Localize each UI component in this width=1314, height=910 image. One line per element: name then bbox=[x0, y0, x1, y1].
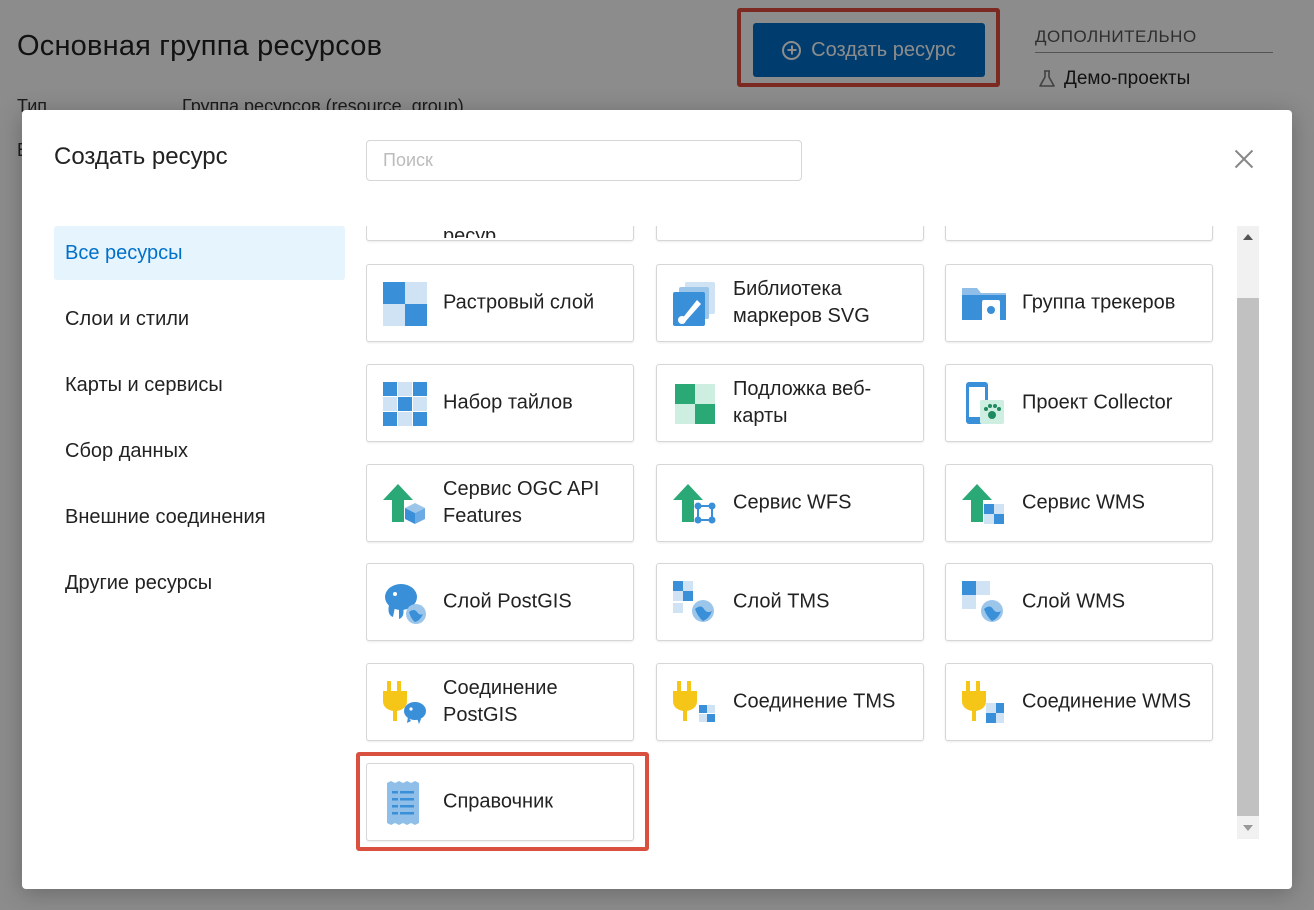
dialog-title: Создать ресурс bbox=[54, 143, 228, 170]
category-layers-styles[interactable]: Слои и стили bbox=[54, 292, 345, 346]
category-maps-services[interactable]: Карты и сервисы bbox=[54, 358, 345, 412]
collector-project-icon bbox=[966, 382, 1004, 424]
resource-card-label: Набор тайлов bbox=[443, 391, 573, 414]
postgis-connection-icon bbox=[383, 681, 426, 724]
create-resource-dialog: Создать ресурс Все ресурсы Слои и стили … bbox=[22, 110, 1292, 889]
close-icon[interactable] bbox=[1232, 147, 1256, 171]
resource-card-label: Слой PostGIS bbox=[443, 590, 572, 613]
category-data-collection[interactable]: Сбор данных bbox=[54, 424, 345, 478]
resource-card-label: Сервис OGC API Features bbox=[443, 478, 600, 527]
wms-layer-icon bbox=[962, 581, 1003, 622]
resource-card-label: Подложка веб-карты bbox=[733, 378, 872, 427]
resource-card-tileset[interactable]: Набор тайлов bbox=[366, 364, 634, 442]
resource-card-label: Растровый слой bbox=[443, 291, 595, 314]
tms-connection-icon bbox=[673, 681, 715, 722]
tracker-group-icon bbox=[962, 288, 1006, 324]
wms-connection-icon bbox=[962, 681, 1004, 723]
resource-card-label: Сервис WMS bbox=[1022, 491, 1145, 514]
raster-layer-icon bbox=[383, 282, 427, 326]
resource-card-wms-connection[interactable]: Соединение WMS bbox=[945, 663, 1213, 741]
resource-card-postgis-layer[interactable]: Слой PostGIS bbox=[366, 563, 634, 641]
resource-card-label: Слой TMS bbox=[733, 590, 830, 613]
resource-card-tracker-group[interactable]: Группа трекеров bbox=[945, 264, 1213, 342]
resource-card-label: Библиотека маркеров SVG bbox=[733, 278, 870, 327]
resource-card-partial[interactable]: ресур bbox=[366, 226, 634, 241]
resource-card-basemap[interactable]: Подложка веб-карты bbox=[656, 364, 924, 442]
resource-grid-scrollbar[interactable] bbox=[1237, 226, 1259, 839]
resource-card-label: Проект Collector bbox=[1022, 391, 1173, 414]
resource-card-tms-connection[interactable]: Соединение TMS bbox=[656, 663, 924, 741]
resource-card-label: Соединение PostGIS bbox=[443, 677, 558, 726]
wfs-service-icon bbox=[673, 484, 716, 524]
resource-card-wms-layer[interactable]: Слой WMS bbox=[945, 563, 1213, 641]
postgis-layer-icon bbox=[385, 584, 426, 624]
resource-card-label: ресур bbox=[443, 226, 497, 238]
resource-card-wfs-service[interactable]: Сервис WFS bbox=[656, 464, 924, 542]
resource-card-partial[interactable] bbox=[945, 226, 1213, 241]
resource-card-wms-service[interactable]: Сервис WMS bbox=[945, 464, 1213, 542]
resource-card-ogc-api-service[interactable]: Сервис OGC API Features bbox=[366, 464, 634, 542]
category-all-resources[interactable]: Все ресурсы bbox=[54, 226, 345, 280]
resource-card-tms-layer[interactable]: Слой TMS bbox=[656, 563, 924, 641]
search-input[interactable] bbox=[366, 140, 802, 181]
resource-card-label: Слой WMS bbox=[1022, 590, 1126, 613]
scroll-down-arrow-icon[interactable] bbox=[1243, 825, 1253, 831]
resource-card-collector-project[interactable]: Проект Collector bbox=[945, 364, 1213, 442]
highlight-lookup-card bbox=[356, 752, 649, 851]
resource-card-svg-marker-library[interactable]: Библиотека маркеров SVG bbox=[656, 264, 924, 342]
scroll-thumb[interactable] bbox=[1237, 298, 1259, 816]
basemap-icon bbox=[675, 384, 715, 424]
resource-card-postgis-connection[interactable]: Соединение PostGIS bbox=[366, 663, 634, 741]
category-external-connections[interactable]: Внешние соединения bbox=[54, 490, 345, 544]
scroll-up-arrow-icon[interactable] bbox=[1243, 234, 1253, 240]
resource-card-label: Соединение WMS bbox=[1022, 690, 1192, 713]
svg-marker-library-icon bbox=[673, 282, 715, 326]
tms-layer-icon bbox=[673, 581, 714, 622]
resource-card-raster-layer[interactable]: Растровый слой bbox=[366, 264, 634, 342]
category-other-resources[interactable]: Другие ресурсы bbox=[54, 556, 345, 610]
resource-card-partial[interactable] bbox=[656, 226, 924, 241]
tileset-icon bbox=[383, 382, 427, 426]
ogc-api-service-icon bbox=[383, 484, 425, 524]
resource-card-label: Сервис WFS bbox=[733, 491, 852, 514]
wms-service-icon bbox=[962, 484, 1004, 524]
resource-card-label: Соединение TMS bbox=[733, 690, 896, 713]
resource-card-label: Группа трекеров bbox=[1022, 291, 1176, 314]
category-list: Все ресурсы Слои и стили Карты и сервисы… bbox=[54, 226, 345, 622]
